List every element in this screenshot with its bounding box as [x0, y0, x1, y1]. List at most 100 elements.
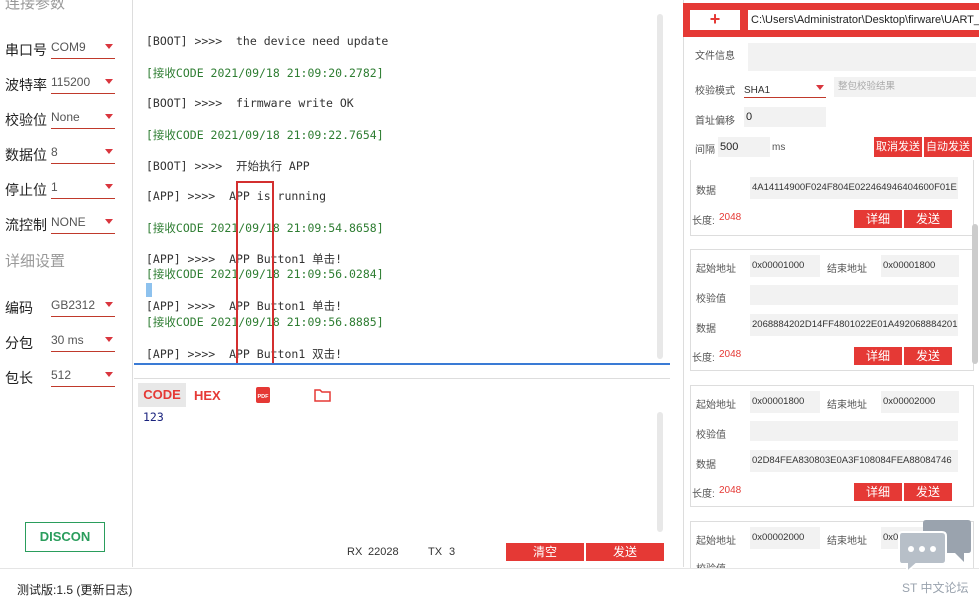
length-label: 长度: — [692, 489, 715, 500]
tx-label: TX — [428, 546, 443, 558]
chevron-down-icon — [105, 149, 113, 154]
encoding-row[interactable]: 编码 GB2312 — [5, 292, 130, 320]
parity-select[interactable]: None — [51, 106, 115, 129]
chevron-down-icon — [105, 372, 113, 377]
parity-row[interactable]: 校验位 None — [5, 104, 130, 132]
file-info-label: 文件信息 — [695, 51, 735, 62]
flowcontrol-select[interactable]: NONE — [51, 211, 115, 234]
length-value: 2048 — [719, 212, 742, 223]
version-text[interactable]: 测试版:1.5 (更新日志) — [17, 581, 132, 598]
block-card: 数据 4A14114900F024F804E022464946404600F01… — [690, 160, 974, 236]
disconnect-button[interactable]: DISCON — [25, 522, 105, 552]
packet-split-select[interactable]: 30 ms — [51, 329, 115, 352]
check-mode-select[interactable]: SHA1 — [744, 79, 826, 98]
card-send-button[interactable]: 发送 — [904, 210, 952, 228]
stopbits-row[interactable]: 停止位 1 — [5, 174, 130, 202]
check-mode-label: 校验模式 — [695, 86, 735, 97]
start-address-label: 起始地址 — [696, 536, 736, 547]
check-value-label: 校验值 — [696, 430, 726, 441]
send-input-text: 123 — [143, 410, 164, 424]
interval-input[interactable]: 500 — [718, 137, 770, 157]
end-address-field[interactable]: 0x00001800 — [881, 255, 959, 277]
databits-value: 8 — [51, 145, 58, 159]
connection-section-title: 连接参数 — [5, 0, 66, 12]
send-tabs: CODE HEX PDF — [134, 378, 670, 409]
receive-log[interactable]: [BOOT] >>>> the device need update [接收CO… — [134, 0, 670, 364]
port-row[interactable]: 串口号 COM9 — [5, 34, 130, 62]
data-label: 数据 — [696, 460, 716, 471]
log-scrollbar[interactable] — [657, 14, 663, 359]
chevron-down-icon — [105, 219, 113, 224]
packet-split-row[interactable]: 分包 30 ms — [5, 327, 130, 355]
chevron-down-icon — [105, 44, 113, 49]
send-button[interactable]: 发送 — [586, 543, 664, 561]
detail-button[interactable]: 详细 — [854, 483, 902, 501]
chevron-down-icon — [105, 184, 113, 189]
flowcontrol-label: 流控制 — [5, 217, 47, 233]
data-field: 2068884202D14FF4801022E01A492068884201 — [750, 314, 958, 336]
encoding-select[interactable]: GB2312 — [51, 294, 115, 317]
send-input[interactable] — [134, 408, 670, 536]
stopbits-label: 停止位 — [5, 182, 47, 198]
log-line: [BOOT] >>>> the device need update — [146, 34, 389, 48]
chevron-down-icon — [105, 79, 113, 84]
packet-length-row[interactable]: 包长 512 — [5, 362, 130, 390]
packet-length-label: 包长 — [5, 370, 33, 386]
start-address-field[interactable]: 0x00001800 — [750, 391, 820, 413]
clear-button[interactable]: 清空 — [506, 543, 584, 561]
card-send-button[interactable]: 发送 — [904, 483, 952, 501]
stopbits-select[interactable]: 1 — [51, 176, 115, 199]
start-address-label: 起始地址 — [696, 400, 736, 411]
check-value-field — [750, 421, 958, 441]
pdf-icon[interactable]: PDF — [256, 387, 270, 406]
check-value-label: 校验值 — [696, 560, 726, 568]
tab-hex[interactable]: HEX — [194, 388, 221, 403]
packet-split-value: 30 ms — [51, 333, 84, 347]
packet-length-value: 512 — [51, 368, 72, 382]
tab-code[interactable]: CODE — [138, 383, 186, 407]
log-line: [接收CODE 2021/09/18 21:09:22.7654] — [146, 128, 384, 142]
chat-bubble-icon — [898, 518, 972, 577]
highlight-box — [236, 181, 274, 365]
watermark-text: ST 中文论坛 — [902, 581, 969, 595]
data-field: 02D84FEA830803E0A3F108084FEA88084746 — [750, 450, 958, 472]
chevron-down-icon — [816, 85, 824, 90]
start-address-label: 起始地址 — [696, 264, 736, 275]
databits-select[interactable]: 8 — [51, 141, 115, 164]
input-scrollbar[interactable] — [657, 412, 663, 532]
offset-label: 首址偏移 — [695, 116, 735, 127]
packet-split-label: 分包 — [5, 335, 33, 351]
encoding-value: GB2312 — [51, 298, 96, 312]
start-address-field[interactable]: 0x00001000 — [750, 255, 820, 277]
detail-button[interactable]: 详细 — [854, 210, 902, 228]
baud-row[interactable]: 波特率 115200 — [5, 69, 130, 97]
log-line: [BOOT] >>>> firmware write OK — [146, 96, 354, 110]
log-line: [BOOT] >>>> 开始执行 APP — [146, 159, 310, 173]
baud-select[interactable]: 115200 — [51, 71, 115, 94]
folder-icon[interactable] — [314, 388, 331, 405]
auto-send-button[interactable]: 自动发送 — [924, 137, 972, 157]
port-select[interactable]: COM9 — [51, 36, 115, 59]
flowcontrol-row[interactable]: 流控制 NONE — [5, 209, 130, 237]
end-address-label: 结束地址 — [827, 536, 867, 547]
card-send-button[interactable]: 发送 — [904, 347, 952, 365]
start-address-field[interactable]: 0x00002000 — [750, 527, 820, 549]
parity-value: None — [51, 110, 80, 124]
packet-length-select[interactable]: 512 — [51, 364, 115, 387]
file-path-field[interactable]: C:\Users\Administrator\Desktop\firware\U… — [748, 10, 979, 30]
offset-input[interactable]: 0 — [744, 107, 826, 127]
add-file-button[interactable]: + — [690, 10, 740, 30]
interval-unit: ms — [772, 142, 786, 153]
encoding-label: 编码 — [5, 300, 33, 316]
cancel-send-button[interactable]: 取消发送 — [874, 137, 922, 157]
detail-button[interactable]: 详细 — [854, 347, 902, 365]
end-address-field[interactable]: 0x00002000 — [881, 391, 959, 413]
block-card: 起始地址 0x00001000 结束地址 0x00001800 校验值 数据 2… — [690, 249, 974, 371]
check-mode-value: SHA1 — [744, 85, 771, 96]
panel-scrollbar[interactable] — [972, 224, 978, 364]
end-address-label: 结束地址 — [827, 400, 867, 411]
databits-row[interactable]: 数据位 8 — [5, 139, 130, 167]
end-address-label: 结束地址 — [827, 264, 867, 275]
length-value: 2048 — [719, 349, 742, 360]
port-label: 串口号 — [5, 42, 47, 58]
